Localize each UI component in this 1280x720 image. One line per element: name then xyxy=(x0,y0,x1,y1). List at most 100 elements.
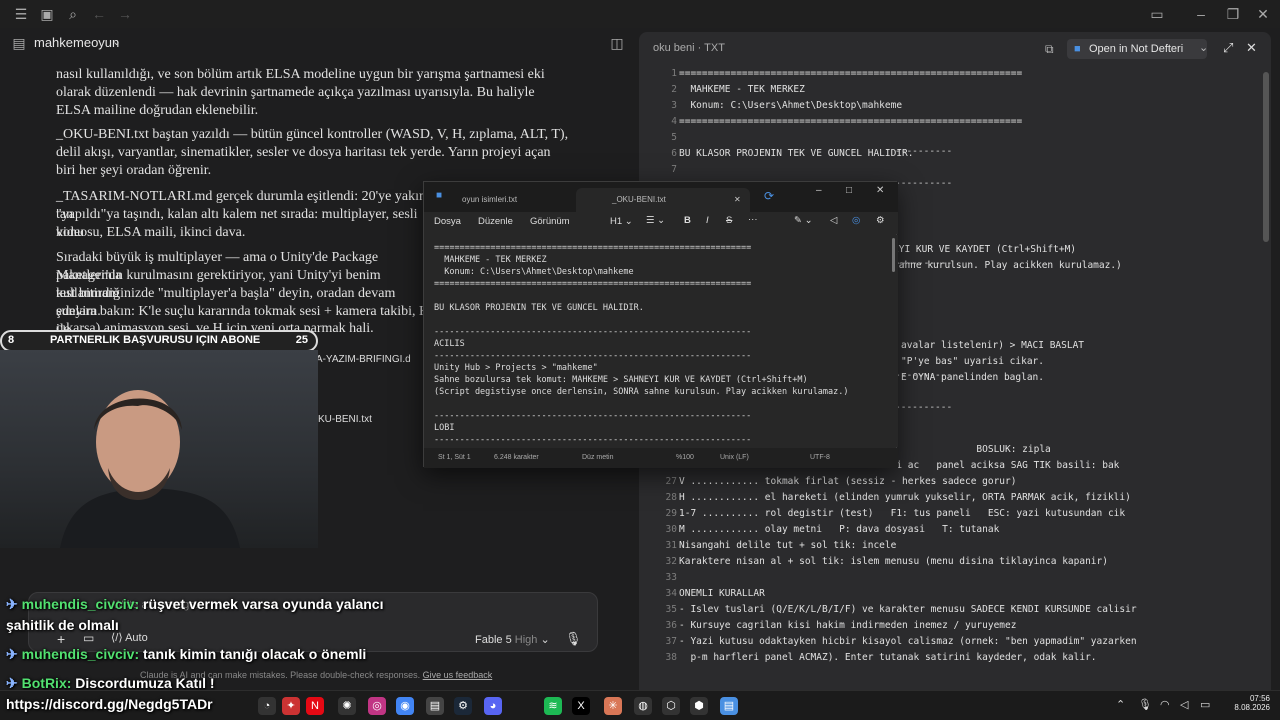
attachment-card[interactable]: VA-YAZIM-BRIFINGI.d xyxy=(310,348,424,372)
message-paragraph: nasıl kullanıldığı, ve son bölüm artık E… xyxy=(56,67,545,118)
unity-hub-icon[interactable]: ⬢ xyxy=(690,697,708,715)
conversation-title[interactable]: mahkemeoyun xyxy=(34,35,119,50)
italic-icon[interactable]: I xyxy=(706,215,709,226)
microphone-icon[interactable]: 🎙 xyxy=(565,631,582,647)
line-number: 32 xyxy=(665,556,677,567)
unity-icon[interactable]: ⬡ xyxy=(662,697,680,715)
forward-icon[interactable]: → xyxy=(116,5,134,23)
document-line: - Yazi kutusu odaktayken hicbir kisayol … xyxy=(679,636,1137,647)
minimize-icon[interactable]: – xyxy=(1192,5,1210,23)
line-number: 35 xyxy=(665,604,677,615)
notepad-status-bar: St 1, Süt 1 6.248 karakter Düz metin %10… xyxy=(424,448,898,468)
tab-oku-beni[interactable]: _OKU-BENI.txt ✕ xyxy=(576,188,750,212)
strikethrough-icon[interactable]: S xyxy=(726,215,732,226)
app-icon[interactable]: ✦ xyxy=(282,697,300,715)
instagram-icon[interactable]: ◎ xyxy=(368,697,386,715)
chrome-icon[interactable]: ◉ xyxy=(396,697,414,715)
line-number: 33 xyxy=(665,572,677,583)
goal-current: 8 xyxy=(8,334,15,346)
tab-label: oyun isimleri.txt xyxy=(462,195,518,204)
document-line: 1-7 .......... rol degistir (test) F1: t… xyxy=(679,508,1126,519)
obs-icon[interactable]: ◍ xyxy=(634,697,652,715)
notepad-window[interactable]: ■ oyun isimleri.txt _OKU-BENI.txt ✕ ⟳ – □… xyxy=(423,181,898,468)
folder-icon[interactable]: ▭ xyxy=(83,631,94,645)
claude-icon[interactable]: ✳ xyxy=(604,697,622,715)
model-selector[interactable]: Fable 5 High ⌄ xyxy=(475,633,550,646)
split-view-icon[interactable]: ◫ xyxy=(608,34,626,52)
maximize-icon[interactable]: ❐ xyxy=(1224,5,1242,23)
maximize-icon[interactable]: □ xyxy=(846,185,852,196)
x-icon[interactable]: X xyxy=(572,697,590,715)
document-line: MAHKEME - TEK MERKEZ xyxy=(679,84,805,95)
streamer-silhouette xyxy=(60,390,240,548)
mic-icon[interactable]: 🎙 xyxy=(1138,698,1152,711)
feedback-link[interactable]: Give us feedback xyxy=(423,670,493,680)
spotify-icon[interactable]: ≋ xyxy=(544,697,562,715)
search-icon[interactable]: ⌕ xyxy=(64,5,82,23)
line-number: 31 xyxy=(665,540,677,551)
separator: ---------- xyxy=(895,146,953,157)
speedtest-icon[interactable]: ◔ xyxy=(258,697,276,715)
close-tab-icon[interactable]: ✕ xyxy=(734,188,741,212)
document-line: ========================================… xyxy=(679,68,1023,79)
expand-icon[interactable]: ⤢ xyxy=(1223,40,1233,56)
notepad-line: BU KLASOR PROJENIN TEK VE GUNCEL HALIDIR… xyxy=(434,303,644,313)
menu-edit[interactable]: Düzenle xyxy=(478,216,513,227)
copy-icon[interactable]: ⧉ xyxy=(1045,42,1054,57)
heading-selector[interactable]: H1 ⌄ xyxy=(610,216,633,227)
menu-icon[interactable]: ☰ xyxy=(12,5,30,23)
scrollbar[interactable] xyxy=(1263,72,1269,242)
close-icon[interactable]: ✕ xyxy=(1246,40,1257,56)
tab-oyun-isimleri[interactable]: oyun isimleri.txt xyxy=(426,188,596,212)
netflix-icon[interactable]: N xyxy=(306,697,324,715)
notepad-taskbar-icon[interactable]: ▤ xyxy=(720,697,738,715)
notepad-line: Unity Hub > Projects > "mahkeme" xyxy=(434,363,598,373)
chat-message: https://discord.gg/Negdg5TADr xyxy=(6,696,213,712)
line-number: 34 xyxy=(665,588,677,599)
line-number: 37 xyxy=(665,636,677,647)
app-icon[interactable]: ▤ xyxy=(426,697,444,715)
line-number: 29 xyxy=(665,508,677,519)
panel-toggle-icon[interactable]: ▭ xyxy=(1148,5,1166,23)
document-line: p-m harfleri panel ACMAZ). Enter tutanak… xyxy=(679,652,1097,663)
line-number: 6 xyxy=(671,148,677,159)
battery-icon[interactable]: ▭ xyxy=(1200,698,1210,711)
notepad-text-area[interactable]: ========================================… xyxy=(424,235,898,447)
chat-link[interactable]: https://discord.gg/Negdg5TADr xyxy=(6,696,213,712)
chevron-down-icon[interactable]: ⌄ xyxy=(1199,41,1208,54)
menu-view[interactable]: Görünüm xyxy=(530,216,570,227)
menu-file[interactable]: Dosya xyxy=(434,216,461,227)
separator: ---------- xyxy=(895,178,953,189)
open-in-notepad-button[interactable]: ■ Open in Not Defteri xyxy=(1067,39,1207,59)
steam-icon[interactable]: ⚙ xyxy=(454,697,472,715)
announce-icon[interactable]: ◁ xyxy=(830,215,837,226)
line-number: 4 xyxy=(671,116,677,127)
chatgpt-icon[interactable]: ✺ xyxy=(338,697,356,715)
sidebar-toggle-icon[interactable]: ▣ xyxy=(38,5,56,23)
notepad-line: ----------------------------------------… xyxy=(434,351,752,361)
attachment-card[interactable]: KU-BENI.txt xyxy=(318,408,418,432)
scrollbar[interactable] xyxy=(892,238,895,272)
close-window-icon[interactable]: ✕ xyxy=(1254,5,1272,23)
line-number: 38 xyxy=(665,652,677,663)
copilot-icon[interactable]: ◎ xyxy=(852,215,860,226)
close-window-icon[interactable]: ✕ xyxy=(876,185,884,196)
chat-message: şahitlik de olmalı xyxy=(6,617,119,633)
chevron-down-icon[interactable]: ⌄ xyxy=(112,35,121,48)
back-icon[interactable]: ← xyxy=(90,5,108,23)
new-tab-icon[interactable]: ⟳ xyxy=(764,189,774,203)
document-title: oku beni · TXT xyxy=(653,42,725,54)
volume-icon[interactable]: ◁ xyxy=(1180,698,1188,711)
list-icon[interactable]: ☰ ⌄ xyxy=(646,215,665,226)
minimize-icon[interactable]: – xyxy=(816,185,822,196)
more-icon[interactable]: ··· xyxy=(748,214,758,225)
format-icon[interactable]: ✎ ⌄ xyxy=(794,215,813,226)
tray-chevron-icon[interactable]: ⌃ xyxy=(1116,698,1125,711)
discord-icon[interactable]: ◕ xyxy=(484,697,502,715)
line-number: 30 xyxy=(665,524,677,535)
clock[interactable]: 07:56 8.08.2026 xyxy=(1226,694,1270,712)
add-icon[interactable]: + xyxy=(57,631,65,647)
settings-icon[interactable]: ⚙ xyxy=(876,215,885,226)
wifi-icon[interactable]: ◠ xyxy=(1160,698,1170,711)
bold-icon[interactable]: B xyxy=(684,215,691,226)
